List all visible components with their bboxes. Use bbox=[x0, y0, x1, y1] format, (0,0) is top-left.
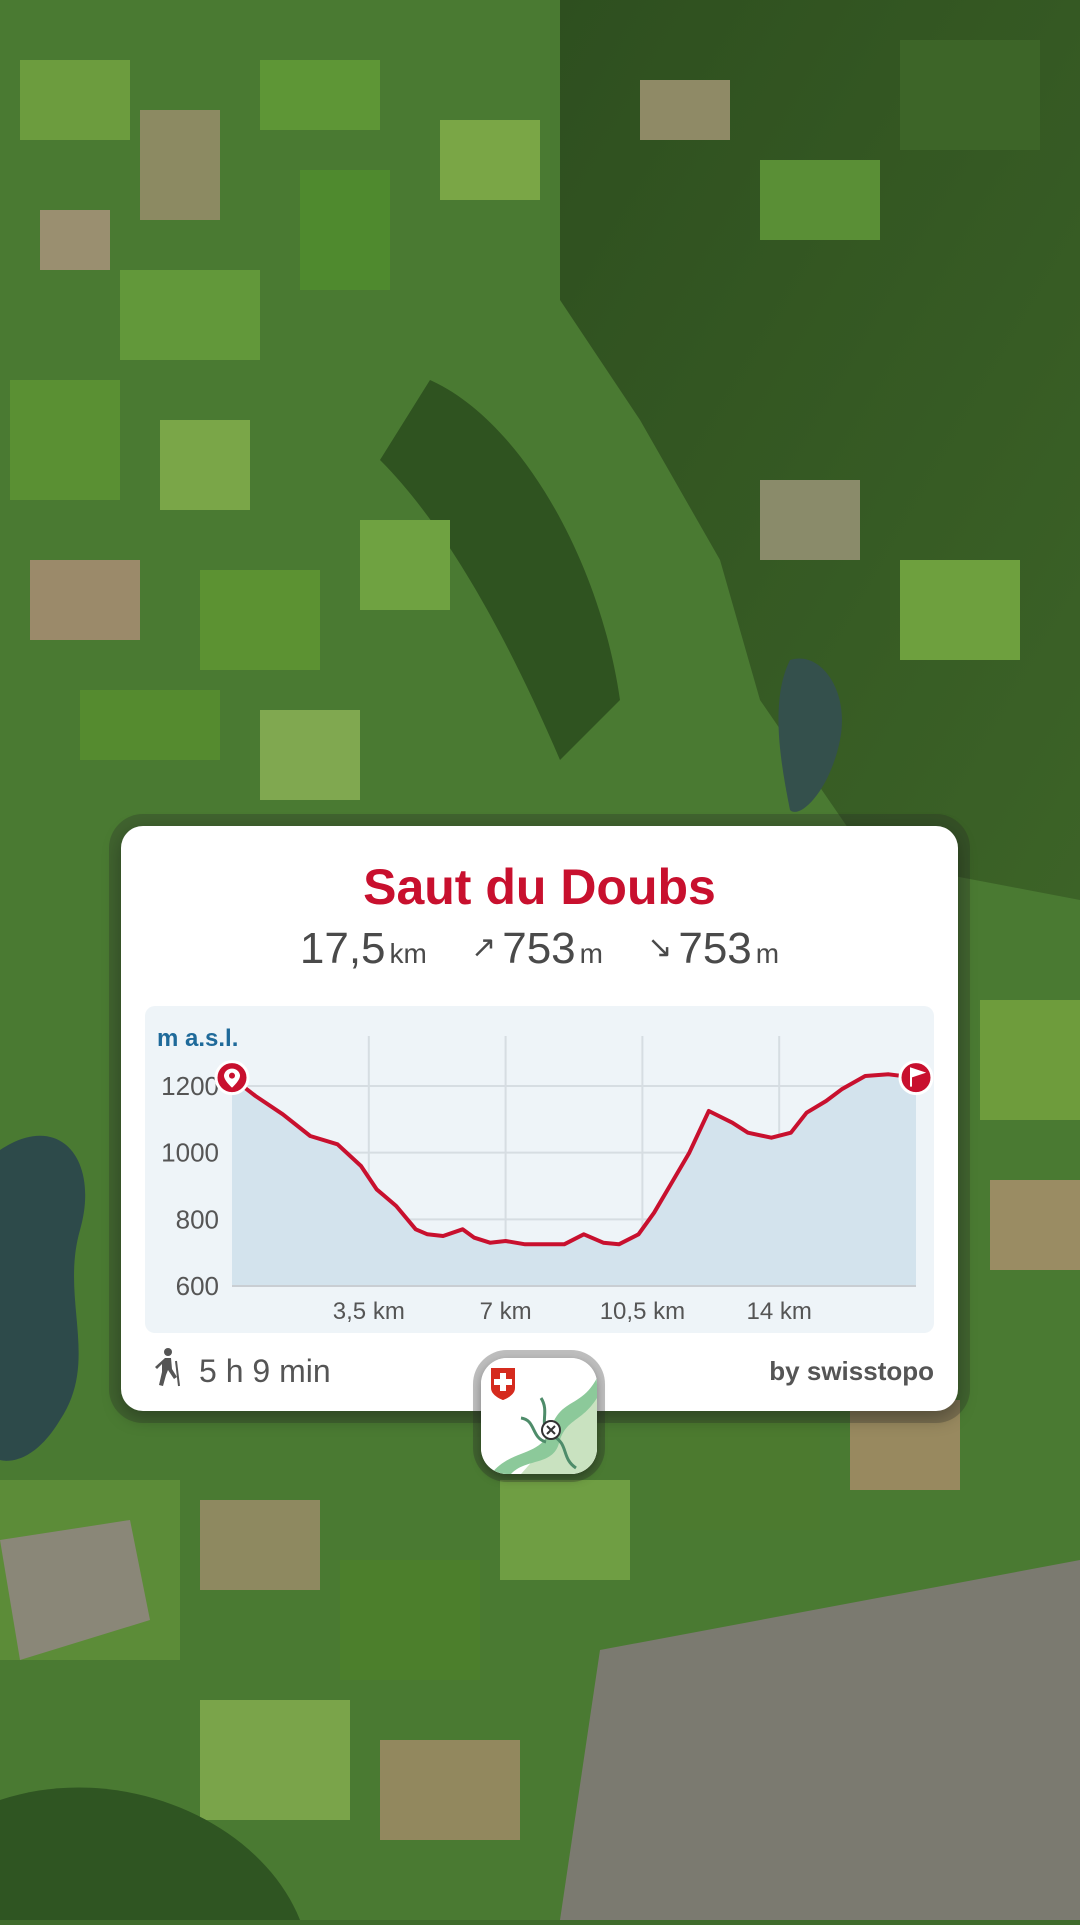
x-tick-label: 14 km bbox=[747, 1298, 812, 1325]
route-stats: 17,5 km ↗ 753 m ↘ 753 m bbox=[121, 924, 958, 974]
ascent-value: 753 bbox=[502, 924, 576, 973]
ascent-arrow-icon: ↗ bbox=[471, 931, 497, 964]
distance-unit: km bbox=[389, 938, 427, 969]
route-title: Saut du Doubs bbox=[363, 859, 716, 915]
hiker-icon bbox=[153, 1347, 181, 1395]
x-tick-label: 3,5 km bbox=[333, 1298, 405, 1325]
x-axis-ticks: 3,5 km 7 km 10,5 km 14 km bbox=[333, 1298, 812, 1325]
descent-value: 753 bbox=[678, 924, 752, 973]
route-card[interactable]: Saut du Doubs 17,5 km ↗ 753 m ↘ 753 m m a.s.l… bbox=[121, 826, 958, 1411]
swisstopo-app-icon[interactable] bbox=[481, 1358, 597, 1474]
x-tick-label: 10,5 km bbox=[600, 1298, 685, 1325]
y-axis-ticks: 1200 1000 800 600 bbox=[161, 1071, 219, 1301]
y-tick-label: 1200 bbox=[161, 1071, 219, 1101]
elevation-area bbox=[232, 1074, 916, 1286]
elevation-profile-svg: m a.s.l. 1200 1000 800 600 3,5 km 7 km 10,5 k… bbox=[157, 1025, 934, 1325]
y-tick-label: 800 bbox=[176, 1204, 219, 1234]
y-tick-label: 600 bbox=[176, 1271, 219, 1301]
credit-text: by swisstopo bbox=[769, 1356, 934, 1386]
y-tick-label: 1000 bbox=[161, 1138, 219, 1168]
descent-stat: ↘ 753 m bbox=[647, 924, 779, 973]
y-axis-label: m a.s.l. bbox=[157, 1025, 238, 1052]
app-icon-graphic bbox=[481, 1358, 597, 1474]
duration-info: 5 h 9 min bbox=[153, 1346, 331, 1396]
descent-unit: m bbox=[755, 938, 780, 969]
start-location-pin-icon bbox=[214, 1060, 250, 1096]
end-flag-icon bbox=[898, 1060, 934, 1096]
descent-arrow-icon: ↘ bbox=[647, 931, 673, 964]
duration-text: 5 h 9 min bbox=[199, 1352, 331, 1389]
distance-stat: 17,5 km bbox=[300, 924, 439, 973]
x-tick-label: 7 km bbox=[480, 1298, 532, 1325]
ascent-unit: m bbox=[579, 938, 603, 969]
elevation-profile-chart[interactable]: m a.s.l. 1200 1000 800 600 3,5 km 7 km 10,5 k… bbox=[145, 1006, 934, 1333]
distance-value: 17,5 bbox=[299, 924, 386, 973]
ascent-stat: ↗ 753 m bbox=[471, 924, 615, 973]
